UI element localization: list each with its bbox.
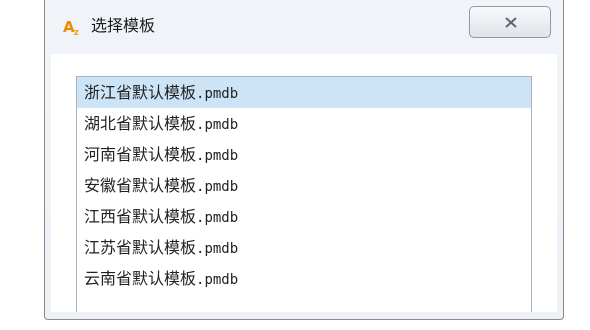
close-x-icon [505,17,517,28]
list-item-5[interactable]: 江苏省默认模板.pmdb [77,232,531,263]
select-template-dialog: Az 选择模板 浙江省默认模板.pmdb 湖北省默认模板.pmdb 河南省默认模… [44,0,564,320]
list-item-ext: .pmdb [196,179,239,195]
list-item-ext: .pmdb [196,210,239,226]
list-item-3[interactable]: 安徽省默认模板.pmdb [77,170,531,201]
list-item-ext: .pmdb [196,241,239,257]
list-item-ext: .pmdb [196,86,239,102]
list-item-name: 云南省默认模板 [84,269,197,288]
title-bar[interactable]: Az 选择模板 [45,0,563,54]
window-title: 选择模板 [91,16,156,35]
list-item-ext: .pmdb [196,117,239,133]
list-item-ext: .pmdb [196,148,239,164]
list-item-2[interactable]: 河南省默认模板.pmdb [77,139,531,170]
list-item-0[interactable]: 浙江省默认模板.pmdb [77,77,531,108]
list-item-4[interactable]: 江西省默认模板.pmdb [77,201,531,232]
list-item-name: 浙江省默认模板 [84,83,197,102]
list-item-name: 江苏省默认模板 [84,238,197,257]
dialog-content: 浙江省默认模板.pmdb 湖北省默认模板.pmdb 河南省默认模板.pmdb 安… [51,54,557,312]
list-item-1[interactable]: 湖北省默认模板.pmdb [77,108,531,139]
app-az-icon: Az [63,18,79,38]
list-item-ext: .pmdb [196,272,239,288]
list-item-name: 湖北省默认模板 [84,114,197,133]
close-button[interactable] [469,6,551,38]
list-item-6[interactable]: 云南省默认模板.pmdb [77,263,531,294]
list-item-name: 河南省默认模板 [84,145,197,164]
template-list[interactable]: 浙江省默认模板.pmdb 湖北省默认模板.pmdb 河南省默认模板.pmdb 安… [76,76,532,312]
list-item-name: 安徽省默认模板 [84,176,197,195]
list-item-name: 江西省默认模板 [84,207,197,226]
